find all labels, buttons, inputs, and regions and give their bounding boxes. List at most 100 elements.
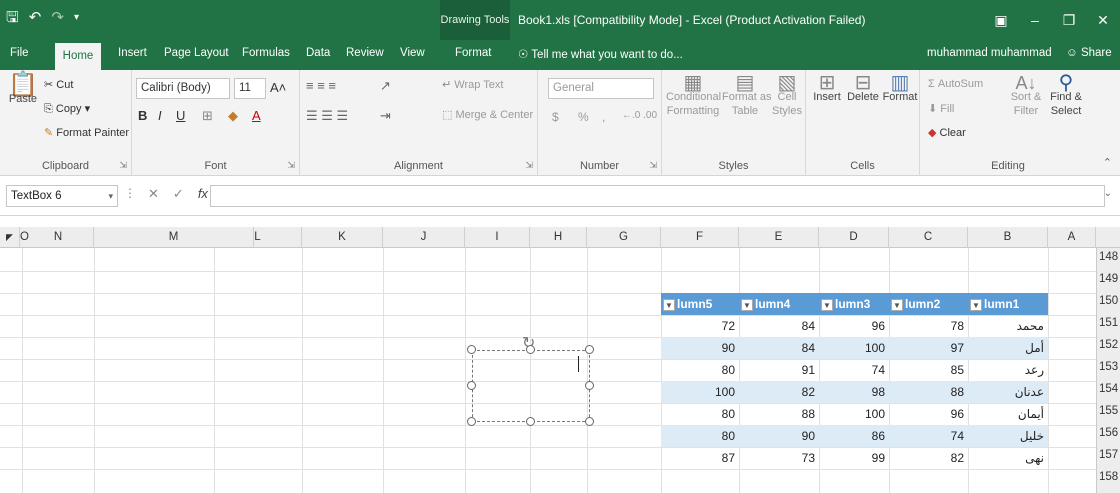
conditional-formatting-button[interactable]: ▦ Conditional Formatting: [666, 73, 721, 118]
resize-handle[interactable]: [467, 345, 476, 354]
tab-home[interactable]: Home: [55, 43, 101, 70]
find-select-button[interactable]: ⚲ Find & Select: [1046, 73, 1086, 118]
undo-icon[interactable]: ↶: [29, 8, 42, 28]
col-g[interactable]: G: [587, 227, 661, 248]
table-cell[interactable]: 80: [663, 359, 735, 381]
ribbon-display-icon[interactable]: ▣: [984, 0, 1018, 40]
row-157[interactable]: 157: [1099, 449, 1120, 461]
resize-handle[interactable]: [526, 345, 535, 354]
resize-handle[interactable]: [585, 417, 594, 426]
fill-button[interactable]: ⬇ Fill: [928, 102, 954, 115]
table-cell[interactable]: 73: [741, 447, 815, 469]
table-cell[interactable]: 80: [663, 425, 735, 447]
clipboard-launcher-icon[interactable]: ⇲: [119, 160, 127, 171]
table-cell[interactable]: 100: [821, 403, 885, 425]
col-e[interactable]: E: [739, 227, 819, 248]
table-cell[interactable]: 99: [821, 447, 885, 469]
align-center-icon[interactable]: ☰ ☰ ☰: [306, 108, 348, 124]
col-i[interactable]: I: [465, 227, 530, 248]
col-a[interactable]: A: [1048, 227, 1096, 248]
table-cell[interactable]: خليل: [970, 425, 1044, 447]
top-align-icon[interactable]: ≡ ≡ ≡: [306, 78, 336, 93]
table-cell[interactable]: 90: [741, 425, 815, 447]
format-painter-button[interactable]: ✎ Format Painter: [44, 126, 129, 139]
filter-dropdown-icon[interactable]: ▼: [821, 298, 833, 311]
table-header-col3[interactable]: ▼ lumn3: [819, 293, 889, 315]
merge-center-button[interactable]: ⬚ Merge & Center: [442, 108, 533, 121]
name-box-dropdown-icon[interactable]: ▾: [108, 186, 113, 206]
comma-button[interactable]: ,: [602, 110, 605, 124]
orientation-icon[interactable]: ↗: [380, 78, 391, 94]
col-f[interactable]: F: [661, 227, 739, 248]
font-color-icon[interactable]: A: [252, 108, 261, 123]
tab-file[interactable]: File: [10, 47, 29, 59]
collapse-ribbon-icon[interactable]: ⌃: [1103, 156, 1112, 169]
font-size-select[interactable]: 11: [234, 78, 266, 99]
close-icon[interactable]: ✕: [1086, 0, 1120, 40]
tab-formulas[interactable]: Formulas: [242, 47, 290, 59]
row-154[interactable]: 154: [1099, 383, 1120, 395]
table-cell[interactable]: 80: [663, 403, 735, 425]
table-cell[interactable]: أمل: [970, 337, 1044, 359]
table-cell[interactable]: نهى: [970, 447, 1044, 469]
insert-cells-button[interactable]: ⊞ Insert: [810, 73, 844, 104]
tab-data[interactable]: Data: [306, 47, 330, 59]
paste-button[interactable]: 📋 Paste: [6, 73, 40, 106]
bold-button[interactable]: B: [138, 108, 147, 123]
alignment-launcher-icon[interactable]: ⇲: [525, 160, 533, 171]
table-cell[interactable]: 100: [663, 381, 735, 403]
table-cell[interactable]: 85: [891, 359, 964, 381]
row-148[interactable]: 148: [1099, 251, 1120, 263]
table-header-col5[interactable]: ▼ lumn5: [661, 293, 739, 315]
col-d[interactable]: D: [819, 227, 889, 248]
cell-styles-button[interactable]: ▧ Cell Styles: [770, 73, 804, 118]
col-l[interactable]: L: [214, 227, 302, 248]
tell-me-box[interactable]: ☉ Tell me what you want to do...: [518, 47, 683, 61]
currency-button[interactable]: $: [552, 110, 559, 124]
row-155[interactable]: 155: [1099, 405, 1120, 417]
save-icon[interactable]: 🖫: [6, 8, 19, 28]
col-c[interactable]: C: [889, 227, 968, 248]
row-152[interactable]: 152: [1099, 339, 1120, 351]
cut-button[interactable]: ✂ Cut: [44, 78, 73, 91]
formula-input[interactable]: [210, 185, 1105, 207]
col-k[interactable]: K: [302, 227, 383, 248]
table-cell[interactable]: 78: [891, 315, 964, 337]
table-header-col2[interactable]: ▼ lumn2: [889, 293, 968, 315]
tab-format[interactable]: Format: [455, 47, 491, 59]
resize-handle[interactable]: [526, 417, 535, 426]
tab-page-layout[interactable]: Page Layout: [164, 47, 229, 59]
table-cell[interactable]: 100: [821, 337, 885, 359]
table-cell[interactable]: 82: [741, 381, 815, 403]
resize-handle[interactable]: [585, 345, 594, 354]
share-button[interactable]: ☺ Share: [1066, 47, 1112, 59]
autosum-button[interactable]: Σ AutoSum: [928, 78, 983, 90]
col-j[interactable]: J: [383, 227, 465, 248]
number-format-select[interactable]: General: [548, 78, 654, 99]
italic-button[interactable]: I: [158, 108, 162, 123]
resize-handle[interactable]: [467, 417, 476, 426]
enter-icon[interactable]: ✓: [173, 186, 184, 202]
user-name[interactable]: muhammad muhammad: [927, 47, 1052, 59]
row-150[interactable]: 150: [1099, 295, 1120, 307]
underline-button[interactable]: U: [176, 108, 185, 123]
table-cell[interactable]: 91: [741, 359, 815, 381]
borders-icon[interactable]: ⊞: [202, 108, 213, 124]
font-launcher-icon[interactable]: ⇲: [287, 160, 295, 171]
resize-handle[interactable]: [585, 381, 594, 390]
font-name-select[interactable]: Calibri (Body): [136, 78, 230, 99]
copy-button[interactable]: ⎘ Copy ▾: [44, 102, 90, 116]
table-cell[interactable]: 84: [741, 337, 815, 359]
table-cell[interactable]: 96: [821, 315, 885, 337]
table-cell[interactable]: 88: [741, 403, 815, 425]
table-cell[interactable]: رعد: [970, 359, 1044, 381]
row-158[interactable]: 158: [1099, 471, 1120, 483]
table-cell[interactable]: 98: [821, 381, 885, 403]
decimal-icon[interactable]: ←.0 .00: [622, 110, 657, 121]
row-149[interactable]: 149: [1099, 273, 1120, 285]
table-cell[interactable]: 88: [891, 381, 964, 403]
filter-dropdown-icon[interactable]: ▼: [663, 298, 675, 311]
cancel-icon[interactable]: ✕: [148, 186, 159, 202]
clear-button[interactable]: ◆ Clear: [928, 126, 966, 139]
table-header-col4[interactable]: ▼ lumn4: [739, 293, 819, 315]
